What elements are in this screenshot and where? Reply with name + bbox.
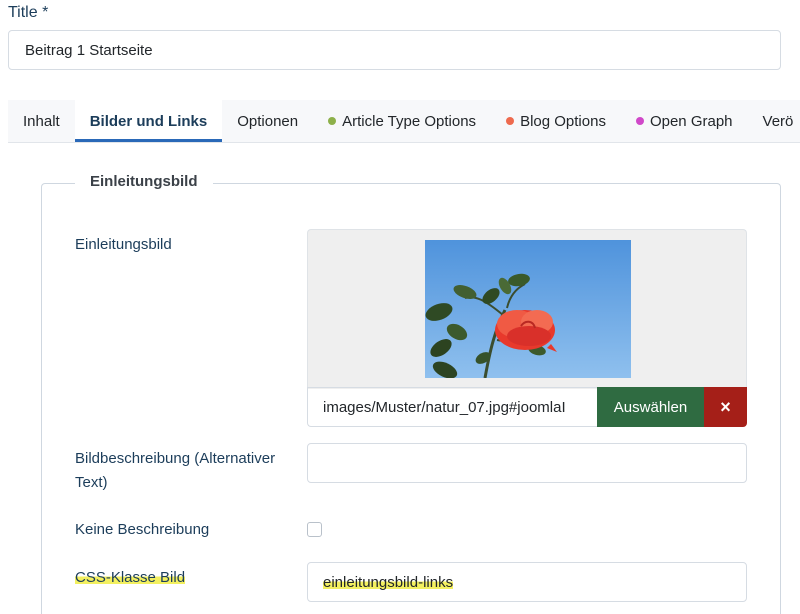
status-dot-icon (328, 117, 337, 125)
alt-text-input[interactable] (307, 443, 747, 483)
fieldset-legend: Einleitungsbild (75, 173, 213, 190)
tab-blog-options[interactable]: Blog Options (491, 100, 621, 142)
title-input[interactable]: Beitrag 1 Startseite (8, 30, 781, 70)
media-field: images/Muster/natur_07.jpg#joomlaI Auswä… (307, 387, 747, 427)
tab-optionen[interactable]: Optionen (222, 100, 313, 142)
no-description-checkbox[interactable] (307, 522, 322, 537)
tab-open-graph[interactable]: Open Graph (621, 100, 748, 142)
alt-text-label: Bildbeschreibung (Alternativer Text) (75, 450, 276, 491)
title-label: Title * (8, 4, 49, 21)
tab-label: Inhalt (23, 112, 60, 130)
image-path-input[interactable]: images/Muster/natur_07.jpg#joomlaI (307, 387, 597, 427)
tab-veroeffentlichung[interactable]: Verö (748, 100, 800, 142)
tab-label: Blog Options (520, 112, 606, 130)
tab-article-type-options[interactable]: Article Type Options (313, 100, 491, 142)
css-class-input[interactable]: einleitungsbild-links (307, 562, 747, 602)
select-image-button[interactable]: Auswählen (597, 387, 704, 427)
css-class-value: einleitungsbild-links (323, 573, 454, 591)
rose-photo[interactable] (425, 240, 631, 378)
tab-label: Verö (762, 112, 794, 130)
css-class-label-text: CSS-Klasse Bild (75, 569, 186, 586)
tab-label: Open Graph (649, 112, 733, 130)
intro-image-label: Einleitungsbild (75, 236, 172, 253)
close-icon: × (720, 396, 731, 417)
tab-label: Optionen (237, 112, 299, 130)
clear-image-button[interactable]: × (704, 387, 747, 427)
tab-bilder-und-links[interactable]: Bilder und Links (74, 100, 223, 142)
no-description-label: Keine Beschreibung (75, 521, 210, 538)
status-dot-icon (506, 117, 515, 125)
status-dot-icon (635, 117, 644, 125)
tab-label: Article Type Options (342, 112, 477, 130)
tab-inhalt[interactable]: Inhalt (8, 100, 75, 142)
css-class-label: CSS-Klasse Bild (75, 566, 186, 590)
image-preview (307, 229, 747, 389)
tab-label: Bilder und Links (89, 112, 208, 130)
tab-bar: Inhalt Bilder und Links Optionen Article… (8, 100, 800, 143)
